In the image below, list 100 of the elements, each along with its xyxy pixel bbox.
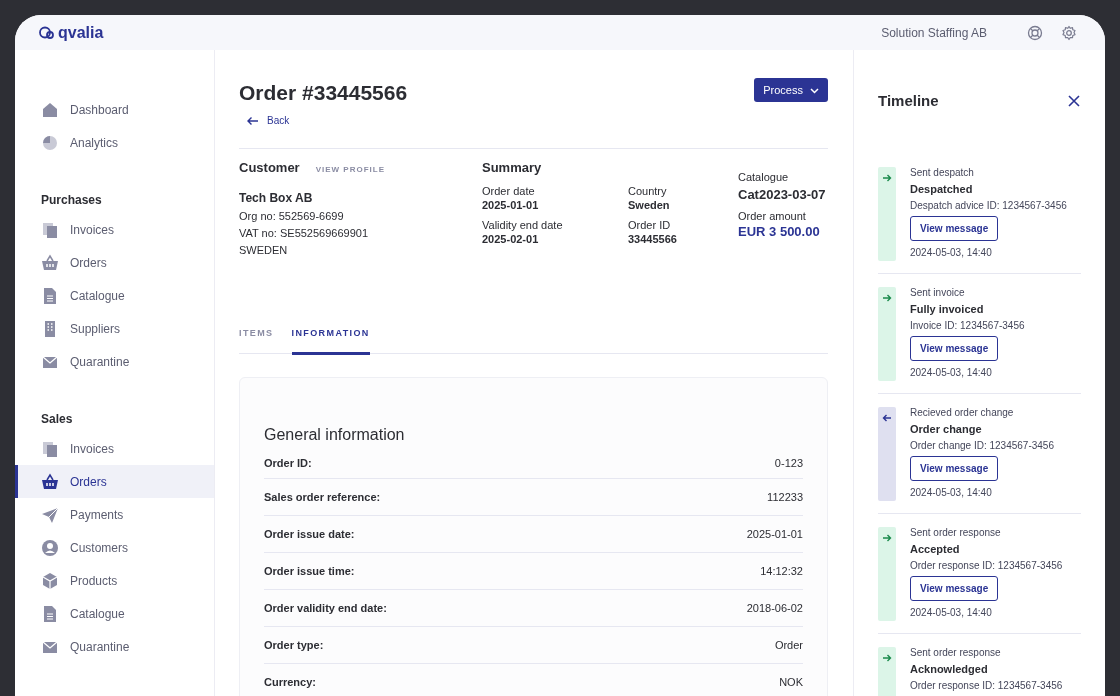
row-label: Order validity end date: — [264, 601, 387, 614]
event-type: Sent order response — [910, 527, 1001, 538]
field-value: Cat2023-03-07 — [738, 186, 826, 202]
field-value: Sweden — [628, 198, 671, 211]
documents-icon — [41, 220, 59, 239]
field-label: Order date — [482, 184, 536, 197]
event-status: Despatched — [910, 183, 973, 195]
page-title: Order #33445566 — [239, 81, 408, 105]
close-icon[interactable] — [1067, 93, 1081, 108]
view-message-button[interactable]: View message — [910, 336, 999, 361]
basket-icon — [41, 472, 59, 491]
event-status: Accepted — [910, 543, 960, 555]
event-reference: Order change ID: 1234567-3456 — [910, 440, 1054, 451]
row-label: Order issue time: — [264, 564, 355, 577]
field-label: Validity end date — [482, 218, 564, 231]
event-time: 2024-05-03, 14:40 — [910, 367, 992, 378]
sidebar-item[interactable]: Invoices — [15, 213, 214, 246]
arrow-right-icon — [882, 653, 892, 663]
field-label: Catalogue — [738, 170, 790, 183]
card-heading: General information — [264, 425, 405, 444]
document-icon — [41, 286, 59, 305]
field-value: EUR 3 500.00 — [738, 223, 821, 239]
event-type: Sent despatch — [910, 167, 974, 178]
event-time: 2024-05-03, 14:40 — [910, 607, 992, 618]
event-time: 2024-05-03, 14:40 — [910, 247, 992, 258]
settings-icon[interactable] — [1061, 24, 1077, 41]
back-link[interactable]: Back — [246, 115, 290, 126]
event-reference: Order response ID: 1234567-3456 — [910, 680, 1063, 691]
event-type: Recieved order change — [910, 407, 1014, 418]
panel-title: Timeline — [878, 92, 939, 109]
sidebar-item[interactable]: Dashboard — [15, 93, 214, 126]
event-time: 2024-05-03, 14:40 — [910, 487, 992, 498]
sidebar-item[interactable]: Catalogue — [15, 279, 214, 312]
user-icon — [41, 538, 59, 557]
logo-icon — [39, 26, 54, 39]
logo-text: qvalia — [58, 23, 104, 42]
sidebar-item[interactable]: Catalogue — [15, 597, 214, 630]
arrow-right-icon — [882, 173, 892, 183]
customer-detail: Org no: 552569-6699 — [239, 209, 345, 222]
document-icon — [41, 604, 59, 623]
arrow-left-icon — [246, 115, 259, 126]
sidebar-item[interactable]: Orders — [15, 465, 214, 498]
customer-name: Tech Box AB — [239, 190, 314, 205]
row-value: 2018-06-02 — [746, 601, 803, 614]
field-label: Order amount — [738, 209, 807, 222]
view-message-button[interactable]: View message — [910, 456, 999, 481]
row-value: 0-123 — [774, 456, 803, 469]
arrow-right-icon — [882, 533, 892, 543]
event-status: Fully invoiced — [910, 303, 984, 315]
company-name: Solution Staffing AB — [881, 25, 987, 40]
sidebar-item[interactable]: Quarantine — [15, 345, 214, 378]
event-type: Sent order response — [910, 647, 1001, 658]
field-label: Country — [628, 184, 668, 197]
box-icon — [41, 571, 59, 590]
section-heading: Summary — [482, 159, 543, 175]
row-label: Sales order reference: — [264, 490, 381, 503]
sidebar-item[interactable]: Invoices — [15, 432, 214, 465]
arrow-left-icon — [882, 413, 892, 423]
field-value: 33445566 — [628, 232, 678, 245]
section-heading: Sales — [40, 411, 73, 428]
event-status: Order change — [910, 423, 982, 435]
field-value: 2025-02-01 — [482, 232, 540, 245]
paper-plane-icon — [41, 505, 59, 524]
event-reference: Despatch advice ID: 1234567-3456 — [910, 200, 1067, 211]
sidebar-item[interactable]: Products — [15, 564, 214, 597]
row-label: Order ID: — [264, 456, 312, 469]
sidebar-item[interactable]: Payments — [15, 498, 214, 531]
lifebuoy-icon[interactable] — [1027, 24, 1043, 41]
customer-detail: VAT no: SE552569669901 — [239, 226, 370, 239]
tab[interactable]: INFORMATION — [291, 323, 370, 355]
sidebar-item[interactable]: Quarantine — [15, 630, 214, 663]
field-label: Order ID — [628, 218, 672, 231]
section-heading: Purchases — [40, 192, 102, 209]
sidebar-item[interactable]: Orders — [15, 246, 214, 279]
pie-chart-icon — [41, 133, 59, 152]
event-reference: Order response ID: 1234567-3456 — [910, 560, 1063, 571]
row-value: 112233 — [767, 490, 803, 503]
house-icon — [41, 100, 59, 119]
arrow-right-icon — [882, 293, 892, 303]
row-label: Currency: — [264, 675, 316, 688]
process-button[interactable]: Process — [754, 78, 828, 102]
view-message-button[interactable]: View message — [910, 576, 999, 601]
sidebar-item[interactable]: Analytics — [15, 126, 214, 159]
documents-icon — [41, 439, 59, 458]
row-value: 2025-01-01 — [746, 527, 803, 540]
event-status: Acknowledged — [910, 663, 988, 675]
row-value: 14:12:32 — [760, 564, 803, 577]
sidebar-item[interactable]: Customers — [15, 531, 214, 564]
event-reference: Invoice ID: 1234567-3456 — [910, 320, 1025, 331]
sidebar-item[interactable]: Suppliers — [15, 312, 214, 345]
event-type: Sent invoice — [910, 287, 965, 298]
row-label: Order issue date: — [264, 527, 355, 540]
customer-detail: SWEDEN — [239, 243, 289, 256]
row-label: Order type: — [264, 638, 324, 651]
section-heading: Customer — [239, 159, 300, 175]
view-message-button[interactable]: View message — [910, 216, 999, 241]
basket-icon — [41, 253, 59, 272]
row-value: NOK — [779, 675, 803, 688]
row-value: Order — [774, 638, 803, 651]
field-value: 2025-01-01 — [482, 198, 540, 211]
